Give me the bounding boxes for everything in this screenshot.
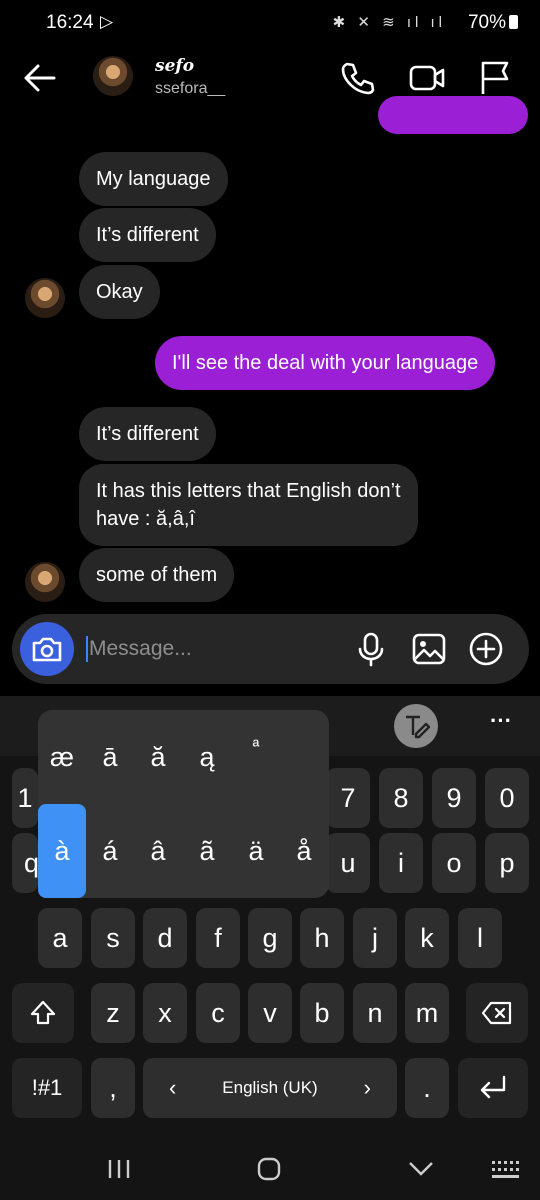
key-h[interactable]: h [300, 908, 344, 968]
symbols-key[interactable]: !#1 [12, 1058, 82, 1118]
accent-option[interactable]: ª [234, 736, 278, 757]
accent-option[interactable]: á [88, 836, 132, 867]
key-8[interactable]: 8 [379, 768, 423, 828]
status-icons: ✱ ✕ ≋ ıl ıl [332, 14, 446, 31]
video-call-icon[interactable] [408, 59, 446, 97]
gallery-icon[interactable] [410, 630, 448, 668]
key-q[interactable]: q [12, 833, 39, 893]
sender-avatar[interactable] [25, 562, 65, 602]
key-d[interactable]: d [143, 908, 187, 968]
shift-icon [30, 1000, 56, 1025]
key-z[interactable]: z [91, 983, 135, 1043]
accent-option-selected[interactable]: à [40, 836, 84, 867]
key-c[interactable]: c [196, 983, 240, 1043]
cast-icon: ▷ [100, 12, 114, 31]
recent-apps-icon[interactable] [106, 1158, 132, 1180]
hide-keyboard-icon[interactable] [408, 1160, 434, 1178]
message-bubble-sent[interactable]: I'll see the deal with your language [155, 336, 496, 390]
language-prev-icon: ‹ [169, 1075, 177, 1100]
key-k[interactable]: k [405, 908, 449, 968]
message-bubble-received[interactable]: It has this letters that English don’t h… [79, 464, 418, 546]
display-name[interactable]: sefo [155, 56, 194, 76]
key-j[interactable]: j [353, 908, 397, 968]
enter-icon [480, 1075, 506, 1099]
accent-option[interactable]: ā [88, 742, 132, 773]
key-l[interactable]: l [458, 908, 502, 968]
sender-avatar[interactable] [25, 278, 65, 318]
message-line: have : ă,â,î [96, 508, 195, 530]
key-n[interactable]: n [353, 983, 397, 1043]
message-bubble-received[interactable]: My language [79, 152, 228, 206]
backspace-key[interactable] [466, 983, 528, 1043]
username[interactable]: ssefora__ [155, 80, 225, 98]
microphone-icon[interactable] [352, 630, 390, 668]
status-time: 16:24 [46, 12, 94, 33]
accent-option[interactable]: ã [185, 836, 229, 867]
key-b[interactable]: b [300, 983, 344, 1043]
space-language-label: English (UK) [222, 1078, 318, 1097]
key-0[interactable]: 0 [485, 768, 529, 828]
accent-option[interactable]: ą [185, 742, 229, 773]
key-f[interactable]: f [196, 908, 240, 968]
keyboard-switch-icon[interactable] [491, 1160, 519, 1180]
shift-key[interactable] [12, 983, 74, 1043]
add-icon[interactable] [467, 630, 505, 668]
message-input[interactable]: Message... [86, 636, 192, 662]
key-9[interactable]: 9 [432, 768, 476, 828]
language-next-icon: › [363, 1075, 371, 1100]
key-7[interactable]: 7 [326, 768, 370, 828]
battery-indicator: 70% [468, 12, 518, 34]
key-m[interactable]: m [405, 983, 449, 1043]
accent-option[interactable]: ä [234, 836, 278, 867]
flag-icon[interactable] [476, 59, 514, 97]
key-x[interactable]: x [143, 983, 187, 1043]
accent-option[interactable]: å [282, 836, 326, 867]
key-u[interactable]: u [326, 833, 370, 893]
key-s[interactable]: s [91, 908, 135, 968]
message-bubble-received[interactable]: Okay [79, 265, 160, 319]
camera-button[interactable] [20, 622, 74, 676]
key-1[interactable]: 1 [12, 768, 38, 828]
message-bubble-received[interactable]: some of them [79, 548, 235, 602]
avatar[interactable] [93, 56, 133, 96]
message-bubble-received[interactable]: It’s different [79, 208, 216, 262]
key-a[interactable]: a [38, 908, 82, 968]
key-g[interactable]: g [248, 908, 292, 968]
backspace-icon [481, 1001, 512, 1025]
status-bar: 16:24 ▷ ✱ ✕ ≋ ıl ıl 70% [0, 0, 540, 46]
message-line: It has this letters that English don’t [96, 480, 401, 502]
period-key[interactable]: . [405, 1058, 449, 1118]
message-bubble-sent-partial[interactable] [378, 96, 528, 134]
key-o[interactable]: o [432, 833, 476, 893]
system-nav-bar [0, 1130, 540, 1200]
battery-icon [509, 15, 518, 29]
key-p[interactable]: p [485, 833, 529, 893]
home-icon[interactable] [257, 1157, 281, 1181]
more-options-icon[interactable]: ··· [490, 708, 512, 734]
accent-option[interactable]: æ [40, 742, 84, 773]
back-arrow-icon[interactable] [22, 60, 58, 96]
handwriting-button[interactable] [394, 704, 438, 748]
key-v[interactable]: v [248, 983, 292, 1043]
comma-key[interactable]: , [91, 1058, 135, 1118]
camera-icon [32, 637, 62, 662]
handwriting-icon [406, 715, 431, 739]
enter-key[interactable] [458, 1058, 528, 1118]
accent-option[interactable]: ă [136, 742, 180, 773]
space-key[interactable]: ‹ English (UK) › [143, 1058, 397, 1118]
message-bubble-received[interactable]: It’s different [79, 407, 216, 461]
message-composer: Message... [12, 614, 529, 684]
key-i[interactable]: i [379, 833, 423, 893]
phone-icon[interactable] [338, 59, 376, 97]
accent-option[interactable]: â [136, 836, 180, 867]
